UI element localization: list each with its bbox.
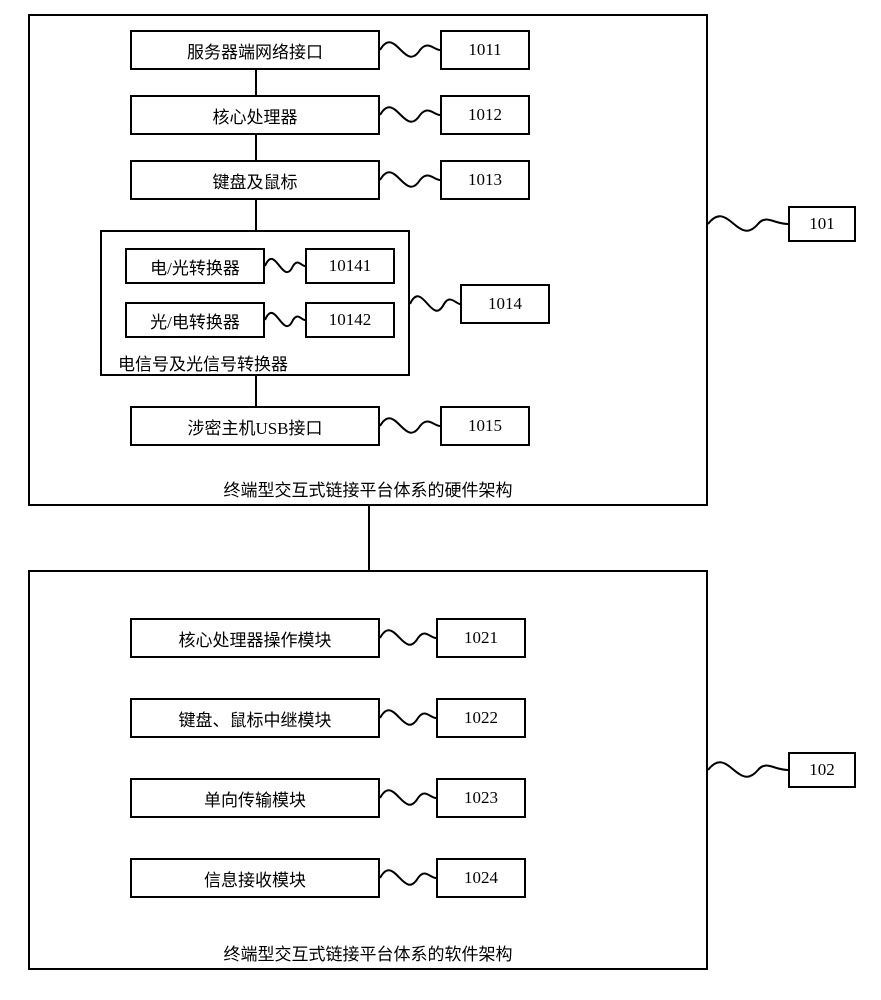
- hw-item-1015: 涉密主机USB接口: [130, 406, 380, 446]
- hw-id-1012: 1012: [440, 95, 530, 135]
- sw-item-1024: 信息接收模块: [130, 858, 380, 898]
- hw-item-1011: 服务器端网络接口: [130, 30, 380, 70]
- hw-item-1011-label: 服务器端网络接口: [187, 38, 323, 63]
- connector-1011: [380, 32, 440, 68]
- sw-id-1021-text: 1021: [464, 628, 498, 648]
- sw-id-1023-text: 1023: [464, 788, 498, 808]
- hw-id-1011-text: 1011: [468, 40, 501, 60]
- link-1012-1013: [255, 135, 257, 160]
- hardware-block-id-text: 101: [809, 214, 835, 234]
- hw-sub-10142-label: 光/电转换器: [150, 308, 240, 333]
- hardware-block-id: 101: [788, 206, 856, 242]
- connector-1012: [380, 97, 440, 133]
- hw-item-1012-label: 核心处理器: [213, 103, 298, 128]
- connector-10141: [265, 248, 305, 284]
- sw-item-1024-label: 信息接收模块: [204, 866, 306, 891]
- software-block-id: 102: [788, 752, 856, 788]
- hw-id-1013-text: 1013: [468, 170, 502, 190]
- sw-item-1023: 单向传输模块: [130, 778, 380, 818]
- hw-id-1013: 1013: [440, 160, 530, 200]
- hw-id-1015-text: 1015: [468, 416, 502, 436]
- connector-hardware-id: [708, 206, 788, 242]
- sw-item-1023-label: 单向传输模块: [204, 786, 306, 811]
- sw-item-1021: 核心处理器操作模块: [130, 618, 380, 658]
- software-caption: 终端型交互式链接平台体系的软件架构: [28, 940, 708, 965]
- link-hardware-software: [368, 506, 370, 570]
- connector-software-id: [708, 752, 788, 788]
- sw-id-1024-text: 1024: [464, 868, 498, 888]
- sw-id-1023: 1023: [436, 778, 526, 818]
- hw-sub-id-10141: 10141: [305, 248, 395, 284]
- hw-item-1012: 核心处理器: [130, 95, 380, 135]
- hw-id-1012-text: 1012: [468, 105, 502, 125]
- hw-sub-10142: 光/电转换器: [125, 302, 265, 338]
- link-1013-1014: [255, 200, 257, 230]
- hw-sub-id-10142-text: 10142: [329, 310, 372, 330]
- hw-id-1011: 1011: [440, 30, 530, 70]
- hw-item-1013-label: 键盘及鼠标: [213, 168, 298, 193]
- sw-id-1024: 1024: [436, 858, 526, 898]
- hw-item-1013: 键盘及鼠标: [130, 160, 380, 200]
- connector-1024: [380, 860, 436, 896]
- hw-id-1015: 1015: [440, 406, 530, 446]
- hw-id-1014: 1014: [460, 284, 550, 324]
- connector-1013: [380, 162, 440, 198]
- software-block-id-text: 102: [809, 760, 835, 780]
- connector-10142: [265, 302, 305, 338]
- hw-sub-10141: 电/光转换器: [125, 248, 265, 284]
- link-1014-1015: [255, 376, 257, 406]
- hw-sub-id-10142: 10142: [305, 302, 395, 338]
- sw-id-1022-text: 1022: [464, 708, 498, 728]
- connector-1014: [410, 286, 460, 322]
- sw-item-1022: 键盘、鼠标中继模块: [130, 698, 380, 738]
- connector-1021: [380, 620, 436, 656]
- hw-id-1014-text: 1014: [488, 294, 522, 314]
- hardware-caption: 终端型交互式链接平台体系的硬件架构: [28, 476, 708, 501]
- sw-item-1022-label: 键盘、鼠标中继模块: [179, 706, 332, 731]
- sw-item-1021-label: 核心处理器操作模块: [179, 626, 332, 651]
- connector-1015: [380, 408, 440, 444]
- hw-item-1015-label: 涉密主机USB接口: [187, 414, 322, 439]
- hw-item-1014-label: 电信号及光信号转换器: [118, 350, 288, 375]
- hw-sub-10141-label: 电/光转换器: [150, 254, 240, 279]
- hw-sub-id-10141-text: 10141: [329, 256, 372, 276]
- connector-1023: [380, 780, 436, 816]
- connector-1022: [380, 700, 436, 736]
- sw-id-1022: 1022: [436, 698, 526, 738]
- sw-id-1021: 1021: [436, 618, 526, 658]
- link-1011-1012: [255, 70, 257, 95]
